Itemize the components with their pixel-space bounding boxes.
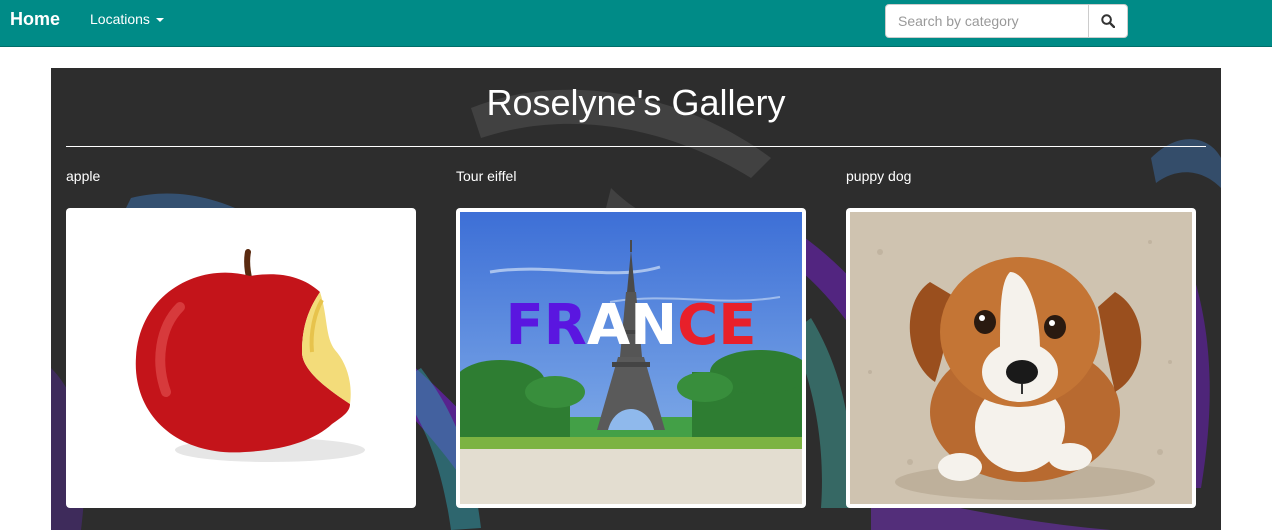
- eiffel-tower-image: FRANCE: [460, 212, 802, 504]
- home-link[interactable]: Home: [10, 9, 60, 30]
- search-input[interactable]: [885, 4, 1089, 38]
- puppy-image: [850, 212, 1192, 504]
- caption-puppy-dog: puppy dog: [846, 168, 912, 184]
- caret-down-icon: [155, 18, 164, 23]
- title-divider: [66, 146, 1206, 147]
- caption-apple: apple: [66, 168, 101, 184]
- gallery-card-puppy-dog[interactable]: [846, 208, 1196, 508]
- locations-dropdown[interactable]: Locations: [90, 11, 164, 27]
- locations-label: Locations: [90, 11, 150, 27]
- gallery-card-apple[interactable]: [66, 208, 416, 508]
- france-logo-text: FRANCE: [506, 293, 757, 358]
- apple-image: [70, 212, 412, 504]
- gallery-title: Roselyne's Gallery: [486, 82, 786, 123]
- top-navbar: Home Locations: [0, 0, 1272, 47]
- caption-tour-eiffel: Tour eiffel: [456, 168, 517, 184]
- search-icon: [1101, 14, 1115, 28]
- search-button[interactable]: [1088, 4, 1128, 38]
- gallery-card-tour-eiffel[interactable]: FRANCE: [456, 208, 806, 508]
- gallery-panel: Roselyne's Gallery apple Tour eiffel pup…: [51, 68, 1221, 530]
